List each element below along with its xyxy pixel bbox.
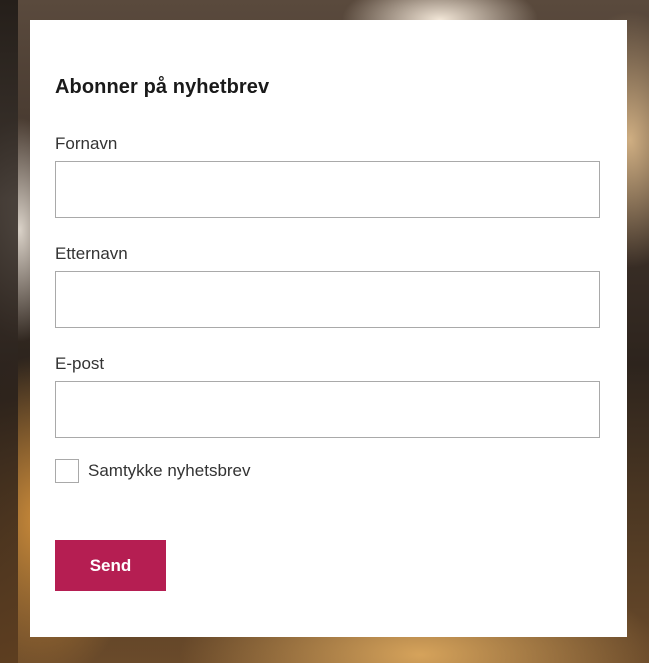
- email-label: E-post: [55, 354, 105, 373]
- consent-row[interactable]: Samtykke nyhetsbrev: [55, 458, 251, 484]
- form-title: Abonner på nyhetbrev: [55, 76, 270, 98]
- send-button[interactable]: Send: [55, 540, 166, 591]
- last-name-input[interactable]: [55, 271, 600, 328]
- last-name-label: Etternavn: [55, 244, 128, 263]
- first-name-input[interactable]: [55, 161, 600, 218]
- background-photo-edge: [0, 0, 18, 663]
- newsletter-signup-card: Abonner på nyhetbrev Fornavn Etternavn E…: [30, 20, 627, 637]
- consent-label: Samtykke nyhetsbrev: [88, 461, 251, 480]
- consent-checkbox[interactable]: [55, 459, 79, 483]
- first-name-label: Fornavn: [55, 134, 118, 153]
- email-input[interactable]: [55, 381, 600, 438]
